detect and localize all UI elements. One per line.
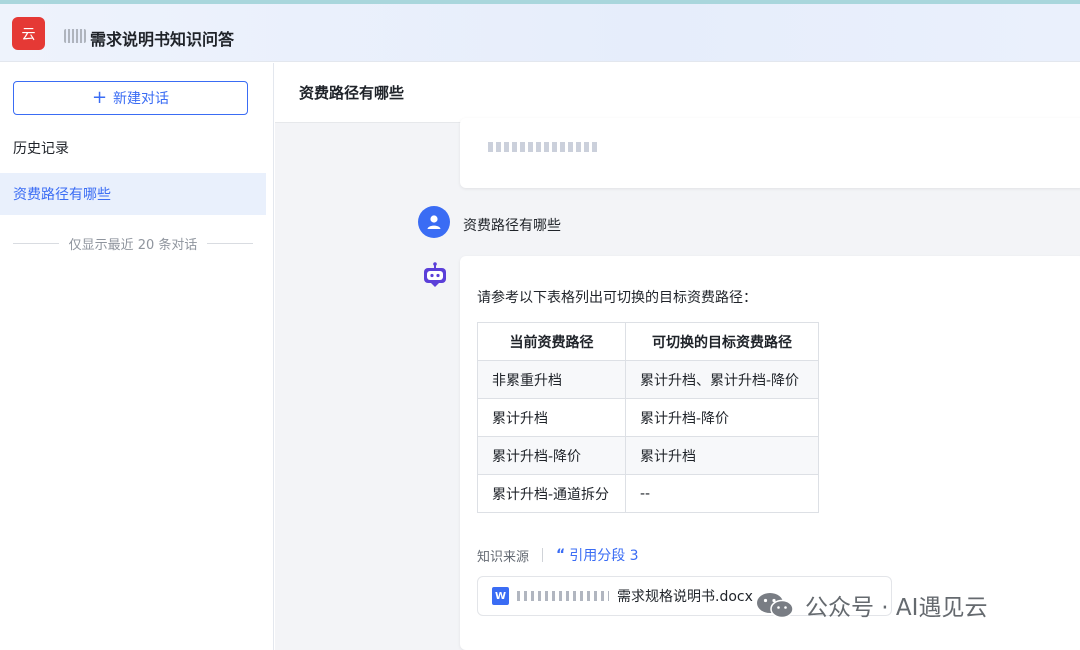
logo-text: 云	[21, 26, 36, 43]
table-cell: 累计升档-降价	[625, 398, 819, 437]
tariff-path-table: 当前资费路径 可切换的目标资费路径 非累重升档 累计升档、累计升档-降价 累计升…	[477, 322, 819, 513]
app-header: 云 需求说明书知识问答	[0, 4, 1080, 62]
table-header: 可切换的目标资费路径	[625, 322, 819, 361]
history-item-label: 资费路径有哪些	[13, 187, 111, 203]
table-cell: 累计升档、累计升档-降价	[625, 360, 819, 399]
word-doc-icon: W	[492, 587, 509, 605]
truncated-content	[488, 142, 598, 152]
divider	[12, 242, 59, 244]
table-cell: 累计升档	[477, 398, 626, 437]
history-heading: 历史记录	[13, 141, 69, 157]
source-label: 知识来源	[477, 549, 530, 565]
table-cell: --	[625, 474, 819, 513]
table-cell: 非累重升档	[477, 360, 626, 399]
knowledge-source: 知识来源 “ 引用分段 3	[477, 545, 639, 565]
chat-panel: 资费路径有哪些 资费路径有哪些 请参考以下表格列出可切换的目标资费路径： 当前资…	[275, 63, 1080, 650]
table-row: 非累重升档 累计升档、累计升档-降价	[477, 360, 819, 399]
table-row: 累计升档-通道拆分 --	[477, 474, 819, 513]
citation-link[interactable]: “ 引用分段 3	[556, 545, 639, 565]
user-message: 资费路径有哪些	[463, 218, 561, 234]
wechat-icon	[757, 593, 794, 619]
previous-answer-card	[460, 118, 1080, 188]
limit-note-text: 仅显示最近 20 条对话	[68, 237, 198, 253]
bot-avatar-icon	[424, 262, 446, 287]
history-limit-note: 仅显示最近 20 条对话	[8, 233, 258, 253]
table-row: 累计升档-降价 累计升档	[477, 436, 819, 475]
document-name: 需求规格说明书.docx	[617, 589, 753, 605]
table-cell: 累计升档-降价	[477, 436, 626, 475]
plus-icon: +	[91, 87, 108, 108]
user-icon	[427, 215, 441, 229]
redacted-prefix	[517, 591, 609, 601]
table-header: 当前资费路径	[477, 322, 626, 361]
new-chat-button[interactable]: + 新建对话	[13, 81, 248, 115]
quote-icon: “	[556, 547, 566, 563]
answer-intro: 请参考以下表格列出可切换的目标资费路径：	[477, 290, 757, 306]
app-title: 需求说明书知识问答	[90, 30, 235, 49]
chat-title: 资费路径有哪些	[275, 63, 1080, 123]
app-logo: 云	[12, 17, 45, 50]
sidebar: + 新建对话 历史记录 资费路径有哪些 仅显示最近 20 条对话	[0, 63, 274, 650]
history-item[interactable]: 资费路径有哪些	[0, 173, 266, 215]
user-avatar	[418, 206, 450, 238]
redacted-prefix	[64, 29, 86, 43]
divider	[542, 548, 544, 562]
watermark-text: 公众号 · AI遇见云	[805, 595, 988, 621]
watermark: 公众号 · AI遇见云	[755, 588, 987, 622]
new-chat-label: 新建对话	[113, 91, 170, 107]
citation-label: 引用分段 3	[569, 548, 639, 564]
table-cell: 累计升档	[625, 436, 819, 475]
table-row: 累计升档 累计升档-降价	[477, 398, 819, 437]
table-header-row: 当前资费路径 可切换的目标资费路径	[477, 322, 819, 361]
table-cell: 累计升档-通道拆分	[477, 474, 626, 513]
divider	[207, 242, 254, 244]
